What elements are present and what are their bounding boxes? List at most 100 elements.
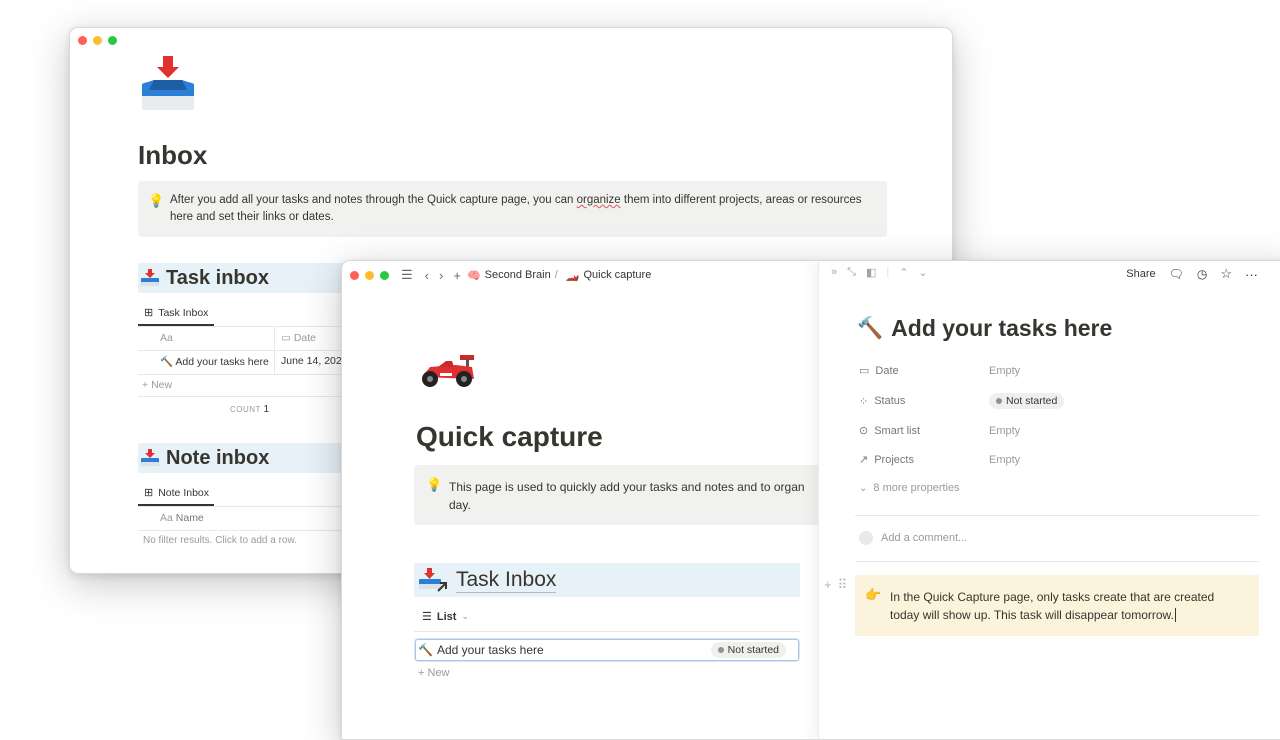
chevron-down-icon[interactable]: ⌄ bbox=[918, 266, 927, 279]
expand-icon[interactable]: ⤡ bbox=[847, 266, 856, 279]
more-properties-label: 8 more properties bbox=[873, 482, 960, 494]
info-callout: 💡 This page is used to quickly add your … bbox=[414, 465, 824, 525]
section-heading-text: Task inbox bbox=[166, 266, 269, 289]
callout-misspelled-word: organize bbox=[576, 194, 621, 206]
callout-text-line2: here and set their links or dates. bbox=[170, 211, 334, 223]
property-value[interactable]: Empty bbox=[989, 425, 1020, 437]
breadcrumb-separator: / bbox=[554, 269, 558, 281]
list-item[interactable]: 🔨 Add your tasks here Not started bbox=[415, 639, 799, 661]
property-label: Date bbox=[875, 364, 899, 377]
inbox-tray-icon bbox=[141, 449, 159, 466]
callout-text: After you add all your tasks and notes t… bbox=[170, 192, 880, 226]
callout-text: In the Quick Capture page, only tasks cr… bbox=[890, 588, 1214, 624]
more-options-icon[interactable]: ··· bbox=[1245, 267, 1258, 282]
page-title: Quick capture bbox=[416, 421, 603, 452]
count-label[interactable]: COUNT 1 bbox=[230, 404, 270, 415]
row-name: Add your tasks here bbox=[175, 356, 269, 368]
lightbulb-icon: 💡 bbox=[148, 193, 165, 208]
inbox-tray-icon[interactable] bbox=[140, 56, 196, 112]
minimize-window-button[interactable] bbox=[365, 270, 374, 280]
callout-text-line2: today will show up. This task will disap… bbox=[890, 608, 1174, 622]
comment-placeholder: Add a comment... bbox=[881, 532, 968, 544]
text-type-icon: Aa bbox=[160, 512, 173, 524]
pointing-hand-icon: 👉 bbox=[865, 587, 882, 602]
status-badge[interactable]: Not started bbox=[710, 642, 786, 658]
property-label: Projects bbox=[874, 453, 914, 466]
column-header-date-label: Date bbox=[293, 332, 317, 344]
breadcrumb-workspace[interactable]: Second Brain bbox=[485, 269, 551, 281]
divider bbox=[414, 631, 800, 632]
column-header-name[interactable]: Aa bbox=[160, 332, 173, 344]
chevron-up-icon[interactable]: ⌃ bbox=[899, 266, 908, 279]
collapse-panel-icon[interactable]: » bbox=[831, 266, 837, 279]
maximize-window-button[interactable] bbox=[108, 36, 117, 45]
property-value[interactable]: Empty bbox=[989, 454, 1020, 466]
hammer-icon[interactable]: 🔨 bbox=[857, 317, 883, 341]
drag-handle-icon[interactable]: ⠿ bbox=[838, 577, 848, 593]
empty-filter-message[interactable]: No filter results. Click to add a row. bbox=[143, 535, 297, 546]
comment-input[interactable]: Add a comment... bbox=[859, 531, 967, 545]
new-row-button[interactable]: + New bbox=[142, 379, 172, 391]
hammer-icon: 🔨 bbox=[160, 356, 174, 368]
info-callout: 💡 After you add all your tasks and notes… bbox=[138, 181, 887, 237]
forward-arrow-icon[interactable]: › bbox=[439, 268, 443, 283]
calendar-icon: ▭ bbox=[281, 332, 291, 344]
tab-note-inbox[interactable]: ⊞ Note Inbox bbox=[144, 486, 210, 500]
calendar-icon: ▭ bbox=[859, 365, 870, 377]
share-button[interactable]: Share bbox=[1126, 268, 1155, 280]
warning-callout[interactable]: 👉 In the Quick Capture page, only tasks … bbox=[855, 575, 1259, 636]
divider bbox=[855, 515, 1259, 516]
minimize-window-button[interactable] bbox=[93, 36, 102, 45]
column-header-label: Name bbox=[175, 512, 204, 524]
breadcrumb-page[interactable]: Quick capture bbox=[583, 269, 651, 281]
plus-icon[interactable]: + bbox=[824, 577, 832, 593]
more-properties-toggle[interactable]: ⌄ 8 more properties bbox=[859, 482, 960, 494]
history-clock-icon[interactable]: ◷ bbox=[1197, 267, 1207, 281]
avatar bbox=[859, 531, 873, 545]
callout-text-line2: day. bbox=[449, 498, 471, 512]
status-dot-icon bbox=[996, 398, 1002, 404]
tab-task-inbox[interactable]: ⊞ Task Inbox bbox=[144, 306, 208, 320]
maximize-window-button[interactable] bbox=[380, 270, 389, 280]
list-item-name: Add your tasks here bbox=[436, 643, 544, 657]
menu-icon[interactable]: ☰ bbox=[401, 267, 413, 283]
list-view-selector[interactable]: ☰ List ⌄ bbox=[422, 610, 469, 624]
task-inbox-heading[interactable]: Task inbox bbox=[138, 263, 368, 293]
race-car-icon[interactable] bbox=[416, 353, 478, 389]
column-header-name[interactable]: Aa Name bbox=[160, 512, 204, 524]
new-row-label: New bbox=[151, 379, 173, 391]
favorite-star-icon[interactable]: ☆ bbox=[1220, 266, 1232, 282]
side-peek-panel: » ⤡ ◧ | ⌃ ⌄ Share 🗨 ◷ ☆ ··· 🔨 Add your t… bbox=[818, 261, 1280, 739]
row-date[interactable]: June 14, 2023 bbox=[281, 355, 343, 367]
page-title: 🔨 Add your tasks here bbox=[857, 315, 1112, 342]
plus-icon[interactable]: + bbox=[453, 268, 461, 283]
plus-icon: + bbox=[142, 379, 149, 391]
page-title: Inbox bbox=[138, 140, 208, 170]
task-inbox-heading[interactable]: Task Inbox bbox=[414, 563, 800, 597]
status-dot-icon bbox=[717, 647, 724, 653]
close-window-button[interactable] bbox=[350, 270, 359, 280]
property-smart-list[interactable]: ⊙ Smart list Empty bbox=[859, 424, 1020, 438]
side-peek-mode-icon[interactable]: ◧ bbox=[866, 266, 876, 279]
comment-icon[interactable]: 🗨 bbox=[1169, 267, 1184, 281]
property-date[interactable]: ▭ Date Empty bbox=[859, 364, 1020, 378]
callout-text-part: them into different projects, areas or r… bbox=[620, 194, 862, 206]
property-name: ▭ Date bbox=[859, 364, 989, 378]
new-item-button[interactable]: + New bbox=[418, 667, 450, 679]
status-badge[interactable]: Not started bbox=[989, 393, 1065, 409]
tab-label: Note Inbox bbox=[158, 486, 210, 499]
property-name: ⊙ Smart list bbox=[859, 424, 989, 438]
peek-toolbar-right: Share 🗨 ◷ ☆ ··· bbox=[1126, 266, 1258, 282]
close-window-button[interactable] bbox=[78, 36, 87, 45]
text-cursor bbox=[1174, 608, 1176, 622]
property-status[interactable]: ⁘ Status Not started bbox=[859, 393, 1065, 409]
lightbulb-icon: 💡 bbox=[426, 477, 443, 492]
property-name: ⁘ Status bbox=[859, 395, 989, 408]
property-value[interactable]: Empty bbox=[989, 365, 1020, 377]
count-label-text: COUNT bbox=[230, 405, 261, 414]
table-row[interactable]: 🔨 Add your tasks here bbox=[160, 355, 269, 368]
column-header-date[interactable]: ▭ Date bbox=[281, 332, 316, 344]
property-projects[interactable]: ↗ Projects Empty bbox=[859, 453, 1020, 467]
back-arrow-icon[interactable]: ‹ bbox=[425, 268, 429, 283]
block-handle[interactable]: + ⠿ bbox=[824, 577, 847, 593]
